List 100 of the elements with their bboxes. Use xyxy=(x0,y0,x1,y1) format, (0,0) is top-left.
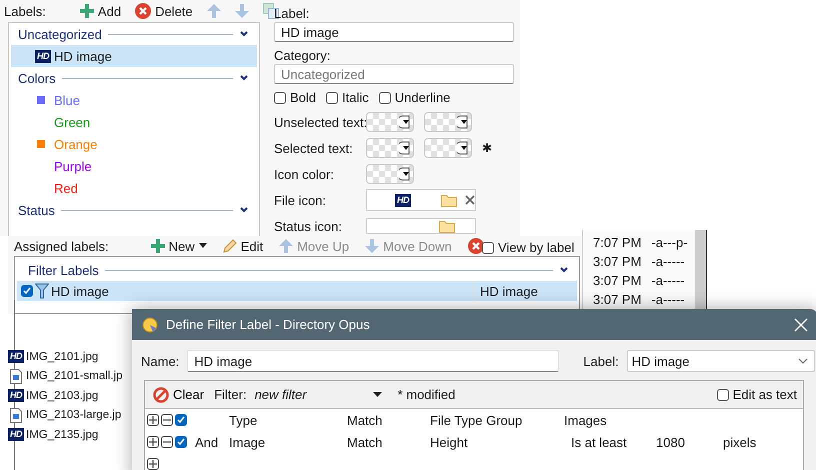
rule-unit: pixels xyxy=(723,434,756,450)
conjunction-text: And xyxy=(195,434,218,450)
pencil-icon xyxy=(222,239,237,253)
label-field[interactable]: HD image xyxy=(274,22,514,42)
add-rule-button[interactable] xyxy=(147,414,159,426)
hd-icon: HD xyxy=(35,50,51,62)
label-item[interactable]: Red xyxy=(11,177,257,199)
prohibited-icon xyxy=(153,386,169,402)
attributes-text: -a----- xyxy=(651,254,685,269)
labels-caption: Labels: xyxy=(4,4,46,18)
checkbox-label: Underline xyxy=(394,90,450,105)
rule-value: Images xyxy=(564,412,607,428)
filter-caption: Filter: xyxy=(214,387,247,402)
file-item[interactable]: HD IMG_2135.jpg xyxy=(8,425,123,444)
dropdown-arrow-icon xyxy=(399,167,411,181)
folder-icon xyxy=(441,193,457,207)
time-text: 3:07 PM xyxy=(593,254,642,269)
file-item[interactable]: HD IMG_2101.jpg xyxy=(8,347,123,366)
color-picker[interactable] xyxy=(366,112,414,132)
checkbox-label: Edit as text xyxy=(732,387,797,402)
label-item[interactable]: HD HD image xyxy=(11,45,257,67)
checkbox[interactable] xyxy=(378,92,391,104)
rule-field: Type xyxy=(229,412,258,428)
file-item[interactable]: IMG_2101-small.jp xyxy=(8,366,123,386)
label-caption: Label: xyxy=(583,354,619,368)
group-header[interactable]: Colors xyxy=(18,70,56,86)
rule-property: File Type Group xyxy=(430,412,522,428)
file-item[interactable]: IMG_2103-large.jp xyxy=(8,406,123,425)
arrow-down-icon xyxy=(234,4,249,18)
file-item[interactable]: HD IMG_2103.jpg xyxy=(8,386,123,406)
row-caption: Icon color: xyxy=(274,166,335,183)
rule-value: 1080 xyxy=(656,434,685,450)
row-caption: Unselected text: xyxy=(274,114,366,131)
group-header[interactable]: Filter Labels xyxy=(28,262,99,278)
color-picker[interactable] xyxy=(424,112,472,132)
row-caption: Status icon: xyxy=(274,218,343,235)
add-button[interactable]: Add xyxy=(78,4,124,18)
label-text: Purple xyxy=(54,158,92,174)
edit-button[interactable]: Edit xyxy=(220,238,266,254)
modified-text: * modified xyxy=(398,387,456,402)
arrow-down-icon xyxy=(365,239,380,253)
checkbox[interactable] xyxy=(175,436,187,448)
color-picker[interactable] xyxy=(424,138,472,158)
icon-field[interactable] xyxy=(366,218,476,234)
clear-button[interactable]: Clear xyxy=(153,386,204,402)
close-button[interactable] xyxy=(794,318,808,332)
chevron-down-icon xyxy=(798,358,808,364)
time-text: 7:07 PM xyxy=(593,235,642,250)
label-item[interactable]: Blue xyxy=(11,89,257,111)
rule-condition: Is at least xyxy=(571,434,627,450)
plus-icon xyxy=(149,460,157,468)
row-caption: File icon: xyxy=(274,192,328,209)
label-text: Blue xyxy=(54,92,80,108)
checkbox[interactable] xyxy=(716,388,729,400)
checkbox[interactable] xyxy=(21,285,33,297)
label-caption: Label: xyxy=(274,4,310,22)
hd-icon: HD xyxy=(8,389,24,402)
dropdown-arrow-icon xyxy=(457,141,469,155)
time-text: 3:07 PM xyxy=(593,292,642,307)
label-item[interactable]: Purple xyxy=(11,155,257,177)
arrow-up-icon xyxy=(279,239,294,253)
label-text: Orange xyxy=(54,136,98,152)
remove-rule-button[interactable] xyxy=(161,414,173,426)
hd-icon: HD xyxy=(8,350,24,364)
icon-field[interactable]: HD xyxy=(366,189,476,211)
rule-property: Height xyxy=(430,434,468,450)
delete-button[interactable]: Delete xyxy=(133,3,195,19)
folder-icon xyxy=(439,219,455,233)
checkbox-label: Italic xyxy=(342,90,369,105)
assigned-row[interactable]: HD image HD image xyxy=(17,281,577,301)
checkbox-label: Bold xyxy=(290,90,316,105)
attributes-text: -a---p- xyxy=(651,235,688,250)
hd-icon: HD xyxy=(8,428,24,442)
label-item[interactable]: Green xyxy=(11,111,257,133)
dropdown-arrow-icon xyxy=(457,115,469,129)
color-picker[interactable] xyxy=(366,138,414,158)
group-header[interactable]: Status xyxy=(18,202,55,218)
group-header[interactable]: Uncategorized xyxy=(18,26,102,42)
category-field[interactable]: Uncategorized xyxy=(274,64,514,84)
label-dropdown[interactable]: HD image xyxy=(626,350,815,372)
add-rule-button[interactable] xyxy=(147,458,159,470)
checkbox[interactable] xyxy=(175,414,187,426)
rule-field: Image xyxy=(229,434,266,450)
hd-icon: HD xyxy=(395,194,411,206)
filter-dropdown[interactable]: new filter xyxy=(254,387,367,402)
plus-icon xyxy=(149,416,157,424)
dropdown-arrow-icon xyxy=(399,141,411,155)
caret-icon xyxy=(372,392,382,397)
checkbox[interactable] xyxy=(326,92,338,104)
add-rule-button[interactable] xyxy=(147,436,159,448)
color-picker[interactable] xyxy=(366,164,414,184)
plus-icon xyxy=(149,438,157,446)
checkbox[interactable] xyxy=(482,242,494,254)
plus-icon xyxy=(150,239,165,253)
remove-rule-button[interactable] xyxy=(161,436,173,448)
name-field[interactable]: HD image xyxy=(187,350,560,372)
plus-icon xyxy=(80,4,94,18)
category-caption: Category: xyxy=(274,46,332,64)
checkbox[interactable] xyxy=(274,92,286,104)
new-button[interactable]: New xyxy=(148,238,209,254)
